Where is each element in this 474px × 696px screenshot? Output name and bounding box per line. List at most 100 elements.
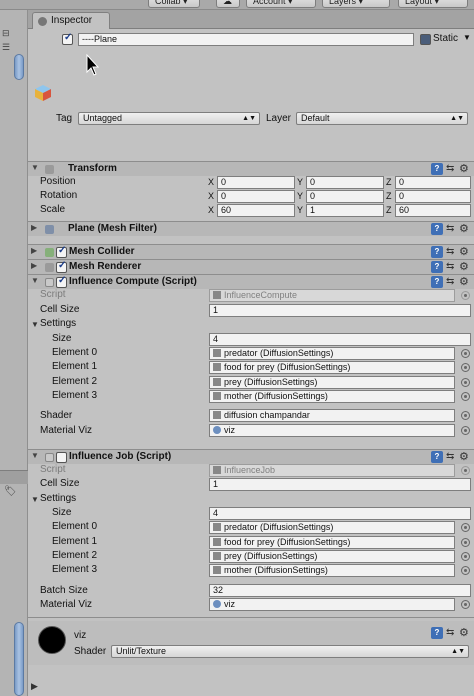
- object-picker-icon[interactable]: [461, 392, 470, 401]
- axis-z-label: Z: [386, 177, 392, 187]
- object-picker-icon[interactable]: [461, 566, 470, 575]
- preset-icon[interactable]: ⇆: [446, 246, 454, 257]
- object-picker-icon[interactable]: [461, 349, 470, 358]
- mesh-renderer-header[interactable]: ▶ Mesh Renderer ? ⇆ ⚙: [28, 259, 474, 274]
- gear-icon[interactable]: ⚙: [459, 162, 469, 175]
- settings-label[interactable]: Settings: [40, 493, 76, 505]
- tag-dropdown[interactable]: Untagged ▲▼: [78, 112, 260, 125]
- preset-icon[interactable]: ⇆: [446, 276, 454, 287]
- tag-icon[interactable]: 🏷: [4, 486, 17, 497]
- element-3-field[interactable]: mother (DiffusionSettings): [209, 390, 455, 403]
- foldout-open-icon[interactable]: ▼: [31, 276, 39, 285]
- object-picker-icon[interactable]: [461, 538, 470, 547]
- foldout-closed-icon[interactable]: ▶: [31, 681, 38, 692]
- rotation-y-field[interactable]: 0: [306, 190, 384, 203]
- element-2-field[interactable]: prey (DiffusionSettings): [209, 376, 455, 389]
- gear-icon[interactable]: ⚙: [459, 222, 469, 235]
- foldout-open-icon[interactable]: ▼: [31, 451, 39, 460]
- preset-icon[interactable]: ⇆: [446, 223, 454, 234]
- cell-size-field[interactable]: 1: [209, 478, 471, 491]
- position-x-field[interactable]: 0: [217, 176, 295, 189]
- mesh-renderer-enabled-checkbox[interactable]: [56, 260, 67, 273]
- foldout-closed-icon[interactable]: ▶: [31, 261, 37, 270]
- object-picker-icon[interactable]: [461, 600, 470, 609]
- preset-icon[interactable]: ⇆: [446, 627, 454, 638]
- shader-field[interactable]: diffusion champandar: [209, 409, 455, 422]
- foldout-open-icon[interactable]: ▼: [31, 495, 39, 504]
- static-dropdown-arrow-icon[interactable]: ▼: [463, 32, 471, 44]
- element-0-field[interactable]: predator (DiffusionSettings): [209, 521, 455, 534]
- mesh-renderer-icon: [45, 263, 54, 272]
- help-icon[interactable]: ?: [431, 261, 443, 273]
- help-icon[interactable]: ?: [431, 163, 443, 175]
- foldout-open-icon[interactable]: ▼: [31, 320, 39, 329]
- static-checkbox[interactable]: [420, 34, 431, 45]
- position-z-field[interactable]: 0: [395, 176, 471, 189]
- mesh-filter-header[interactable]: ▶ Plane (Mesh Filter) ? ⇆ ⚙: [28, 221, 474, 236]
- gear-icon[interactable]: ⚙: [459, 450, 469, 463]
- help-icon[interactable]: ?: [431, 276, 443, 288]
- gear-icon[interactable]: ⚙: [459, 275, 469, 288]
- account-button[interactable]: Account ▾: [246, 0, 316, 8]
- transform-header[interactable]: ▼ Transform ? ⇆ ⚙: [28, 161, 474, 176]
- object-picker-icon[interactable]: [461, 363, 470, 372]
- preset-icon[interactable]: ⇆: [446, 451, 454, 462]
- element-3-value: mother (DiffusionSettings): [224, 565, 328, 575]
- menu-icon[interactable]: ☰: [2, 42, 10, 53]
- mesh-collider-header[interactable]: ▶ Mesh Collider ? ⇆ ⚙: [28, 244, 474, 259]
- position-y-field[interactable]: 0: [306, 176, 384, 189]
- foldout-closed-icon[interactable]: ▶: [31, 246, 37, 255]
- tab-inspector[interactable]: Inspector: [32, 12, 110, 29]
- cloud-icon[interactable]: ☁: [216, 0, 240, 8]
- element-0-field[interactable]: predator (DiffusionSettings): [209, 347, 455, 360]
- preset-icon[interactable]: ⇆: [446, 163, 454, 174]
- material-viz-field[interactable]: viz: [209, 424, 455, 437]
- collab-button[interactable]: Collab ▾: [148, 0, 200, 8]
- scale-y-field[interactable]: 1: [306, 204, 384, 217]
- influence-compute-enabled-checkbox[interactable]: [56, 275, 67, 288]
- object-name-field[interactable]: ----Plane: [78, 33, 414, 46]
- layout-button[interactable]: Layout ▾: [398, 0, 468, 8]
- rotation-x-field[interactable]: 0: [217, 190, 295, 203]
- element-1-label: Element 1: [52, 361, 98, 372]
- influence-compute-header[interactable]: ▼ Influence Compute (Script) ? ⇆ ⚙: [28, 274, 474, 289]
- settings-label[interactable]: Settings: [40, 318, 76, 330]
- scrollbar-thumb-bottom[interactable]: [14, 622, 24, 696]
- element-2-field[interactable]: prey (DiffusionSettings): [209, 550, 455, 563]
- active-checkbox[interactable]: [62, 32, 73, 45]
- material-shader-dropdown[interactable]: Unlit/Texture ▲▼: [111, 645, 469, 658]
- material-viz-field[interactable]: viz: [209, 598, 455, 611]
- element-1-field[interactable]: food for prey (DiffusionSettings): [209, 361, 455, 374]
- cell-size-field[interactable]: 1: [209, 304, 471, 317]
- object-picker-icon[interactable]: [461, 411, 470, 420]
- scale-z-field[interactable]: 60: [395, 204, 471, 217]
- gear-icon[interactable]: ⚙: [459, 245, 469, 258]
- foldout-closed-icon[interactable]: ▶: [31, 223, 37, 232]
- rotation-z-field[interactable]: 0: [395, 190, 471, 203]
- influence-job-header[interactable]: ▼ Influence Job (Script) ? ⇆ ⚙: [28, 449, 474, 464]
- help-icon[interactable]: ?: [431, 246, 443, 258]
- mesh-collider-enabled-checkbox[interactable]: [56, 245, 67, 258]
- layers-button[interactable]: Layers ▾: [322, 0, 390, 8]
- scale-x-field[interactable]: 60: [217, 204, 295, 217]
- element-1-field[interactable]: food for prey (DiffusionSettings): [209, 536, 455, 549]
- lock-icon[interactable]: ⊟: [2, 28, 10, 39]
- influence-job-enabled-checkbox[interactable]: [56, 452, 67, 463]
- size-field[interactable]: 4: [209, 333, 471, 346]
- object-picker-icon[interactable]: [461, 378, 470, 387]
- preset-icon[interactable]: ⇆: [446, 261, 454, 272]
- help-icon[interactable]: ?: [431, 627, 443, 639]
- layer-dropdown[interactable]: Default ▲▼: [296, 112, 468, 125]
- object-picker-icon[interactable]: [461, 552, 470, 561]
- help-icon[interactable]: ?: [431, 451, 443, 463]
- element-3-field[interactable]: mother (DiffusionSettings): [209, 564, 455, 577]
- help-icon[interactable]: ?: [431, 223, 443, 235]
- foldout-open-icon[interactable]: ▼: [31, 163, 39, 172]
- gear-icon[interactable]: ⚙: [459, 260, 469, 273]
- size-field[interactable]: 4: [209, 507, 471, 520]
- object-picker-icon[interactable]: [461, 523, 470, 532]
- scrollbar-thumb-top[interactable]: [14, 54, 24, 80]
- batch-size-field[interactable]: 32: [209, 584, 471, 597]
- gear-icon[interactable]: ⚙: [459, 626, 469, 639]
- object-picker-icon[interactable]: [461, 426, 470, 435]
